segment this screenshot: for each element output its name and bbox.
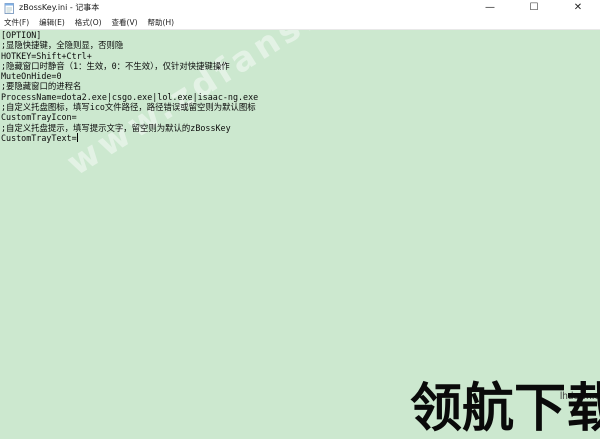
maximize-icon: ☐ bbox=[529, 2, 539, 13]
menu-file[interactable]: 文件(F) bbox=[0, 16, 34, 29]
title-bar[interactable]: zBossKey.ini - 记事本 — ☐ ✕ bbox=[0, 0, 600, 16]
minimize-button[interactable]: — bbox=[468, 0, 512, 16]
close-icon: ✕ bbox=[573, 2, 583, 13]
notepad-window: zBossKey.ini - 记事本 — ☐ ✕ 文件(F) 编辑(E) 格式(… bbox=[0, 0, 600, 439]
menu-bar: 文件(F) 编辑(E) 格式(O) 查看(V) 帮助(H) bbox=[0, 16, 600, 30]
maximize-button[interactable]: ☐ bbox=[512, 0, 556, 16]
editor-line: [OPTION] bbox=[1, 30, 42, 40]
text-editor-area[interactable]: www.zdfans.com [OPTION] ;显隐快捷键，全隐则显，否则隐 … bbox=[0, 30, 600, 439]
editor-line: ;隐藏窗口时静音（1：生效，0：不生效），仅针对快捷键操作 bbox=[1, 60, 230, 71]
editor-line: ;自定义托盘图标，填写ico文件路径，路径错误或留空则为默认图标 bbox=[1, 102, 256, 113]
editor-lines: [OPTION] ;显隐快捷键，全隐则显，否则隐 HOTKEY=Shift+Ct… bbox=[1, 30, 258, 143]
menu-format[interactable]: 格式(O) bbox=[70, 16, 107, 29]
editor-line: ;显隐快捷键，全隐则显，否则隐 bbox=[1, 40, 124, 51]
notepad-app-icon bbox=[3, 2, 15, 14]
menu-help[interactable]: 帮助(H) bbox=[143, 16, 180, 29]
menu-view[interactable]: 查看(V) bbox=[107, 16, 143, 29]
menu-edit[interactable]: 编辑(E) bbox=[34, 16, 70, 29]
editor-line: HOTKEY=Shift+Ctrl+ bbox=[1, 50, 92, 61]
editor-line: ;要隐藏窗口的进程名 bbox=[1, 81, 82, 92]
editor-line-last-text: CustomTrayText= bbox=[1, 132, 77, 143]
editor-line: ;自定义托盘提示，填写提示文字，留空则为默认的zBossKey bbox=[1, 122, 231, 133]
brand-logo-text: 领航下载 bbox=[410, 379, 600, 439]
text-caret bbox=[76, 132, 78, 142]
editor-line-last: CustomTrayText= bbox=[1, 132, 258, 143]
close-button[interactable]: ✕ bbox=[556, 0, 600, 16]
editor-line: CustomTrayIcon= bbox=[1, 112, 77, 123]
minimize-icon: — bbox=[485, 2, 495, 13]
window-title: zBossKey.ini - 记事本 bbox=[19, 3, 100, 12]
editor-line: ProcessName=dota2.exe|csgo.exe|lol.exe|i… bbox=[1, 91, 259, 102]
editor-line: MuteOnHide=0 bbox=[1, 71, 62, 82]
window-controls: — ☐ ✕ bbox=[468, 0, 600, 16]
